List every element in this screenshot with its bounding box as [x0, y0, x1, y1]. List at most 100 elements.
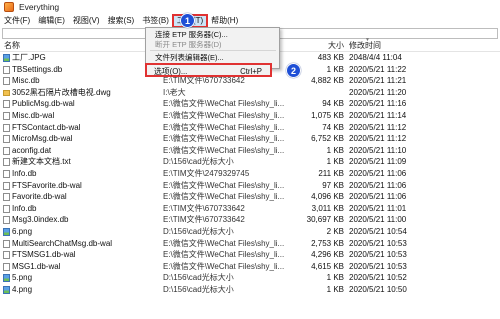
file-path: E:\微信文件\WeChat Files\shy_li... — [163, 238, 285, 248]
file-path: E:\微信文件\WeChat Files\shy_li... — [163, 134, 285, 144]
folder-icon — [3, 89, 10, 96]
file-path: E:\TIM文件\2479329745 — [163, 168, 250, 178]
file-date: 2020/5/21 11:06 — [349, 168, 407, 178]
file-date: 2020/5/21 10:54 — [349, 226, 407, 236]
document-file-icon — [3, 123, 10, 132]
file-size: 1 KB — [326, 284, 344, 294]
table-row[interactable]: FTSMSG1.db-wal E:\微信文件\WeChat Files\shy_l… — [0, 249, 500, 261]
menu-item-file-list-editor[interactable]: 文件列表编辑器(E)... — [146, 53, 279, 62]
file-name: Misc.db-wal — [12, 110, 55, 120]
file-path: E:\微信文件\WeChat Files\shy_li... — [163, 250, 285, 260]
file-size: 4,882 KB — [311, 76, 344, 86]
file-size: 3,011 KB — [311, 203, 344, 213]
file-date: 2020/5/21 11:20 — [349, 87, 407, 97]
file-path: E:\微信文件\WeChat Files\shy_li... — [163, 145, 285, 155]
menu-bookmarks[interactable]: 书签(B) — [138, 15, 173, 27]
file-path: E:\微信文件\WeChat Files\shy_li... — [163, 261, 285, 271]
table-row[interactable]: Favorite.db-wal E:\微信文件\WeChat Files\shy_… — [0, 191, 500, 203]
file-name: MSG1.db-wal — [12, 261, 61, 271]
image-file-icon — [3, 274, 10, 283]
table-row[interactable]: 新建文本文档.txt D:\156\cad光标大小 1 KB 2020/5/21 11… — [0, 156, 500, 168]
table-row[interactable]: Info.db E:\TIM文件\670733642 3,011 KB 2020/5/… — [0, 203, 500, 215]
file-size: 1 KB — [326, 273, 344, 283]
title-bar: Everything — [0, 0, 500, 14]
file-path: E:\微信文件\WeChat Files\shy_li... — [163, 122, 285, 132]
table-row[interactable]: Info.db E:\TIM文件\2479329745 211 KB 2020/5/2… — [0, 168, 500, 180]
table-row[interactable]: aconfig.dat E:\微信文件\WeChat Files\shy_li..… — [0, 145, 500, 157]
table-row[interactable]: MicroMsg.db-wal E:\微信文件\WeChat Files\shy_… — [0, 133, 500, 145]
file-path: E:\微信文件\WeChat Files\shy_li... — [163, 99, 285, 109]
file-size: 1 KB — [326, 145, 344, 155]
file-path: E:\微信文件\WeChat Files\shy_li... — [163, 192, 285, 202]
file-size: 94 KB — [322, 99, 344, 109]
document-file-icon — [3, 251, 10, 260]
file-date: 2020/5/21 11:01 — [349, 203, 407, 213]
file-name: TBSettings.db — [12, 64, 63, 74]
table-row[interactable]: MSG1.db-wal E:\微信文件\WeChat Files\shy_li..… — [0, 261, 500, 273]
menu-edit[interactable]: 编辑(E) — [34, 15, 69, 27]
file-date: 2020/5/21 10:53 — [349, 238, 407, 248]
table-row[interactable]: 6.png D:\156\cad光标大小 2 KB 2020/5/21 10:54 — [0, 226, 500, 238]
file-date: 2020/5/21 11:06 — [349, 192, 407, 202]
table-row[interactable]: PublicMsg.db-wal E:\微信文件\WeChat Files\shy… — [0, 98, 500, 110]
menu-help[interactable]: 帮助(H) — [207, 15, 242, 27]
step-2-badge: 2 — [286, 63, 301, 78]
menu-item-connect-etp[interactable]: 连接 ETP 服务器(C)... — [146, 30, 279, 39]
file-name: Misc.db — [12, 76, 40, 86]
options-shortcut: Ctrl+P — [240, 67, 262, 76]
table-row[interactable]: Msg3.0index.db E:\TIM文件\670733642 30,697 K… — [0, 214, 500, 226]
file-date: 2020/5/21 10:52 — [349, 273, 407, 283]
file-date: 2020/5/21 11:00 — [349, 215, 407, 225]
menu-search[interactable]: 搜索(S) — [104, 15, 139, 27]
column-size-header[interactable]: 大小 — [300, 40, 344, 51]
document-file-icon — [3, 77, 10, 86]
file-path: E:\微信文件\WeChat Files\shy_li... — [163, 110, 285, 120]
file-name: 5.png — [12, 273, 33, 283]
document-file-icon — [3, 262, 10, 271]
table-row[interactable]: 4.png D:\156\cad光标大小 1 KB 2020/5/21 10:50 — [0, 284, 500, 296]
file-name: MicroMsg.db-wal — [12, 134, 73, 144]
menu-item-options[interactable]: 选项(O)... Ctrl+P — [145, 63, 272, 77]
file-path: D:\156\cad光标大小 — [163, 226, 234, 236]
file-date: 2020/5/21 11:16 — [349, 99, 407, 109]
document-file-icon — [3, 158, 10, 167]
sort-arrow-icon: ▼ — [365, 37, 370, 43]
menu-view[interactable]: 视图(V) — [69, 15, 104, 27]
file-date: 2020/5/21 10:53 — [349, 250, 407, 260]
file-path: D:\156\cad光标大小 — [163, 284, 234, 294]
table-row[interactable]: FTSContact.db-wal E:\微信文件\WeChat Files\sh… — [0, 122, 500, 134]
file-date: 2020/5/21 11:12 — [349, 122, 407, 132]
file-size: 1 KB — [326, 64, 344, 74]
file-name: FTSMSG1.db-wal — [12, 250, 76, 260]
file-size: 4,096 KB — [311, 192, 344, 202]
file-name: FTSFavorite.db-wal — [12, 180, 82, 190]
table-row[interactable]: 3052黑石隔片改槽电视.dwg I:\老大 2020/5/21 11:20 — [0, 87, 500, 99]
file-name: Favorite.db-wal — [12, 192, 67, 202]
file-date: 2020/5/21 11:12 — [349, 134, 407, 144]
file-date: 2020/5/21 11:21 — [349, 76, 407, 86]
file-size: 30,697 KB — [306, 215, 344, 225]
table-row[interactable]: 5.png D:\156\cad光标大小 1 KB 2020/5/21 10:52 — [0, 272, 500, 284]
file-name: 工厂.JPG — [12, 53, 46, 62]
file-name: FTSContact.db-wal — [12, 122, 81, 132]
document-file-icon — [3, 100, 10, 109]
menu-separator — [150, 50, 276, 51]
file-name: 新建文本文档.txt — [12, 157, 71, 167]
table-row[interactable]: FTSFavorite.db-wal E:\微信文件\WeChat Files\s… — [0, 180, 500, 192]
file-date: 2020/5/21 11:06 — [349, 180, 407, 190]
file-name: 4.png — [12, 284, 33, 294]
file-path: E:\TIM文件\670733642 — [163, 215, 245, 225]
file-size: 74 KB — [322, 122, 344, 132]
document-file-icon — [3, 216, 10, 225]
file-name: Info.db — [12, 168, 37, 178]
table-row[interactable]: Misc.db-wal E:\微信文件\WeChat Files\shy_li..… — [0, 110, 500, 122]
image-file-icon — [3, 285, 10, 294]
menu-item-disconnect-etp: 断开 ETP 服务器(D) — [155, 40, 222, 49]
menu-bar: 文件(F) 编辑(E) 视图(V) 搜索(S) 书签(B) 工具(T) 帮助(H… — [0, 13, 500, 28]
file-size: 97 KB — [322, 180, 344, 190]
file-size: 2 KB — [326, 226, 344, 236]
document-file-icon — [3, 146, 10, 155]
column-name-header[interactable]: 名称 — [4, 40, 20, 51]
menu-file[interactable]: 文件(F) — [0, 15, 34, 27]
table-row[interactable]: MultiSearchChatMsg.db-wal E:\微信文件\WeChat … — [0, 238, 500, 250]
